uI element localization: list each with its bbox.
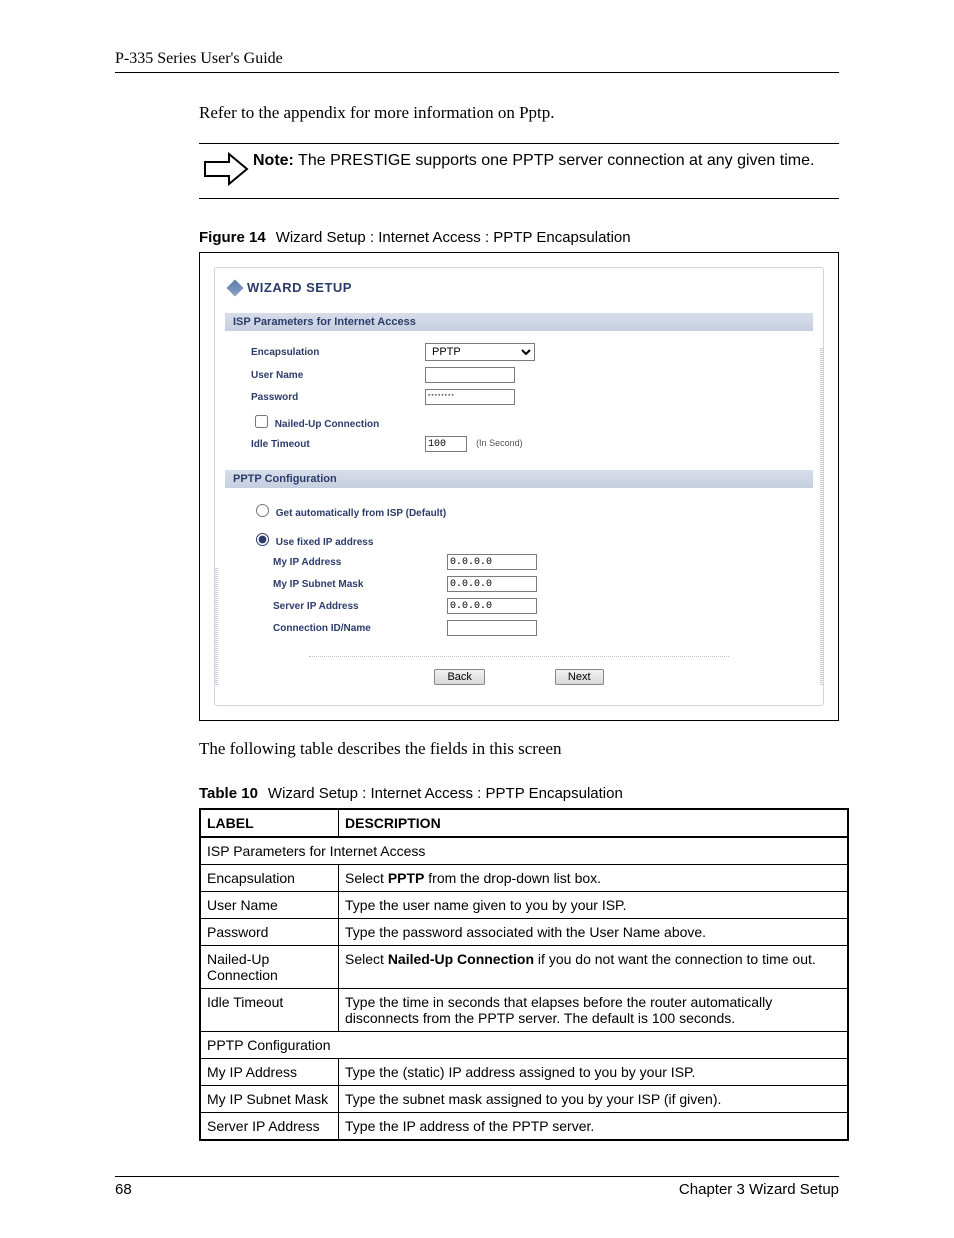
chapter-title: Chapter 3 Wizard Setup	[679, 1181, 839, 1198]
arrow-icon	[199, 150, 253, 188]
description-cell: Type the IP address of the PPTP server.	[339, 1113, 849, 1141]
myip-field[interactable]	[447, 554, 537, 570]
section-cell: PPTP Configuration	[200, 1032, 848, 1059]
nailed-up-label: Nailed-Up Connection	[275, 419, 379, 430]
nailed-up-row: Nailed-Up Connection	[251, 411, 421, 430]
wizard-title: WIZARD SETUP	[229, 280, 809, 295]
running-head: P-335 Series User's Guide	[115, 50, 839, 68]
description-cell: Select Nailed-Up Connection if you do no…	[339, 946, 849, 989]
table-row: Nailed-Up ConnectionSelect Nailed-Up Con…	[200, 946, 848, 989]
th-description: DESCRIPTION	[339, 809, 849, 837]
password-label: Password	[251, 392, 421, 403]
encapsulation-select[interactable]: PPTP	[425, 343, 535, 361]
figure-title: Wizard Setup : Internet Access : PPTP En…	[276, 229, 631, 246]
label-cell: My IP Subnet Mask	[200, 1086, 339, 1113]
after-figure-text: The following table describes the fields…	[199, 739, 839, 759]
th-label: LABEL	[200, 809, 339, 837]
idle-timeout-field[interactable]	[425, 436, 467, 452]
description-cell: Type the time in seconds that elapses be…	[339, 989, 849, 1032]
serverip-field[interactable]	[447, 598, 537, 614]
myip-label: My IP Address	[273, 557, 443, 568]
radio-auto-isp-label: Get automatically from ISP (Default)	[276, 508, 446, 519]
label-cell: User Name	[200, 892, 339, 919]
back-button[interactable]: Back	[434, 669, 484, 685]
label-cell: Encapsulation	[200, 865, 339, 892]
diamond-icon	[227, 279, 244, 296]
connection-id-label: Connection ID/Name	[273, 623, 443, 634]
section-pptp-heading: PPTP Configuration	[225, 470, 813, 488]
table-row: PPTP Configuration	[200, 1032, 848, 1059]
description-cell: Type the subnet mask assigned to you by …	[339, 1086, 849, 1113]
wizard-screenshot: WIZARD SETUP ISP Parameters for Internet…	[214, 267, 824, 706]
table-number: Table 10	[199, 785, 258, 802]
radio-auto-isp[interactable]	[256, 504, 269, 517]
mysubnet-field[interactable]	[447, 576, 537, 592]
table-row: My IP Subnet MaskType the subnet mask as…	[200, 1086, 848, 1113]
description-cell: Type the user name given to you by your …	[339, 892, 849, 919]
encapsulation-label: Encapsulation	[251, 347, 421, 358]
intro-text: Refer to the appendix for more informati…	[199, 103, 839, 123]
description-cell: Type the (static) IP address assigned to…	[339, 1059, 849, 1086]
radio-fixed-ip[interactable]	[256, 533, 269, 546]
note-text: Note: The PRESTIGE supports one PPTP ser…	[253, 150, 814, 172]
username-field[interactable]	[425, 367, 515, 383]
note-label: Note:	[253, 152, 294, 169]
password-field[interactable]	[425, 389, 515, 405]
table-title: Wizard Setup : Internet Access : PPTP En…	[268, 785, 623, 802]
table-row: Server IP AddressType the IP address of …	[200, 1113, 848, 1141]
label-cell: Nailed-Up Connection	[200, 946, 339, 989]
nailed-up-checkbox[interactable]	[255, 415, 268, 428]
label-cell: Server IP Address	[200, 1113, 339, 1141]
serverip-label: Server IP Address	[273, 601, 443, 612]
label-cell: My IP Address	[200, 1059, 339, 1086]
table-row: ISP Parameters for Internet Access	[200, 837, 848, 865]
rule-top	[115, 72, 839, 73]
note-body: The PRESTIGE supports one PPTP server co…	[294, 152, 815, 169]
wizard-title-text: WIZARD SETUP	[247, 280, 352, 295]
connection-id-field[interactable]	[447, 620, 537, 636]
field-description-table: LABEL DESCRIPTION ISP Parameters for Int…	[199, 808, 849, 1141]
section-isp-heading: ISP Parameters for Internet Access	[225, 313, 813, 331]
figure-number: Figure 14	[199, 229, 266, 246]
table-row: PasswordType the password associated wit…	[200, 919, 848, 946]
description-cell: Type the password associated with the Us…	[339, 919, 849, 946]
username-label: User Name	[251, 370, 421, 381]
mysubnet-label: My IP Subnet Mask	[273, 579, 443, 590]
label-cell: Idle Timeout	[200, 989, 339, 1032]
table-row: Idle TimeoutType the time in seconds tha…	[200, 989, 848, 1032]
next-button[interactable]: Next	[555, 669, 604, 685]
page-number: 68	[115, 1181, 132, 1198]
figure-box: WIZARD SETUP ISP Parameters for Internet…	[199, 252, 839, 721]
figure-caption: Figure 14 Wizard Setup : Internet Access …	[199, 229, 839, 246]
rule-bottom	[115, 1176, 839, 1177]
table-row: EncapsulationSelect PPTP from the drop-d…	[200, 865, 848, 892]
section-cell: ISP Parameters for Internet Access	[200, 837, 848, 865]
note-block: Note: The PRESTIGE supports one PPTP ser…	[199, 143, 839, 199]
table-row: My IP AddressType the (static) IP addres…	[200, 1059, 848, 1086]
idle-timeout-label: Idle Timeout	[251, 439, 421, 450]
table-row: User NameType the user name given to you…	[200, 892, 848, 919]
label-cell: Password	[200, 919, 339, 946]
idle-timeout-unit: (In Second)	[470, 438, 523, 448]
radio-fixed-ip-label: Use fixed IP address	[276, 537, 374, 548]
table-caption: Table 10 Wizard Setup : Internet Access :…	[199, 785, 839, 802]
description-cell: Select PPTP from the drop-down list box.	[339, 865, 849, 892]
